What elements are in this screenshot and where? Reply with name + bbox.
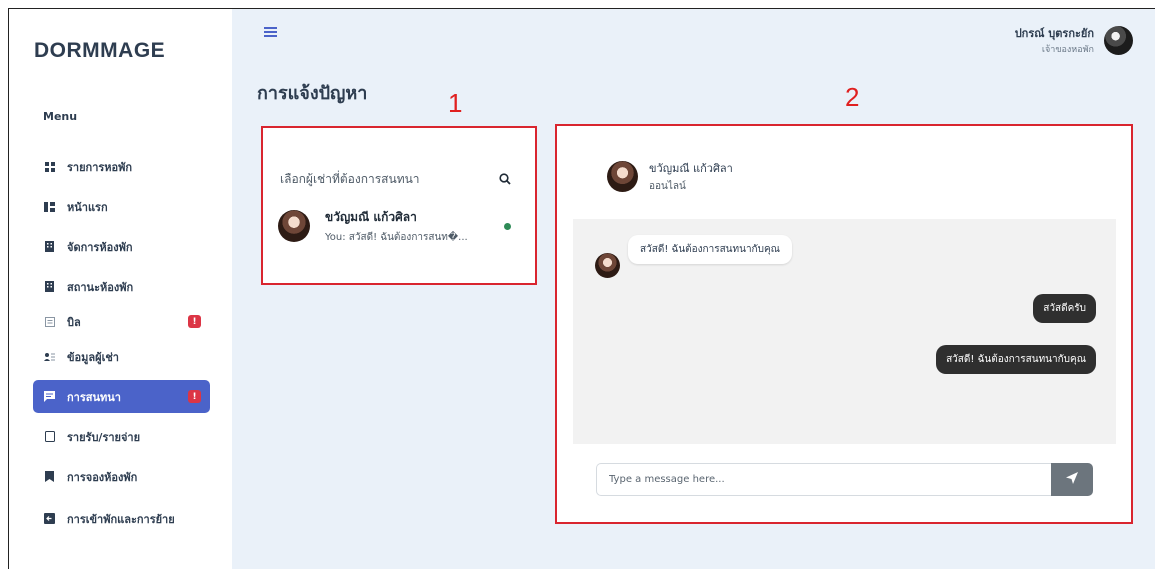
chat-header: ขวัญมณี แก้วศิลา ออนไลน์	[607, 159, 733, 194]
menu-title: Menu	[43, 110, 78, 123]
avatar	[607, 161, 638, 192]
sidebar-item-label: ข้อมูลผู้เช่า	[67, 350, 119, 364]
users-icon	[44, 351, 55, 362]
sidebar-item-bills[interactable]: บิล !	[33, 305, 210, 338]
avatar[interactable]	[1104, 25, 1133, 55]
grid-icon	[44, 161, 55, 172]
outgoing-message: สวัสดีครับ	[1033, 294, 1096, 323]
sidebar-item-label: การจองห้องพัก	[67, 470, 138, 484]
sidebar-item-label: รายรับ/รายจ่าย	[67, 430, 141, 444]
building-icon	[44, 241, 55, 252]
brand-logo[interactable]: DORMMAGE	[34, 39, 165, 63]
sidebar-item-chat[interactable]: การสนทนา !	[33, 380, 210, 413]
chat-partner-name: ขวัญมณี แก้วศิลา	[649, 162, 733, 175]
sidebar-item-bookings[interactable]: การจองห้องพัก	[33, 460, 210, 493]
message-input[interactable]	[596, 463, 1051, 496]
sidebar-item-dorm-list[interactable]: รายการหอพัก	[33, 150, 210, 183]
sidebar-item-label: สถานะห้องพัก	[67, 280, 134, 294]
avatar	[278, 210, 310, 242]
contact-last-message: You: สวัสดี! ฉันต้องการสนท�...	[325, 231, 468, 243]
sidebar-item-tenants[interactable]: ข้อมูลผู้เช่า	[33, 340, 210, 373]
sidebar-item-label: การเข้าพักและการย้าย	[67, 512, 175, 526]
message-composer	[596, 463, 1093, 496]
sidebar-item-income-expense[interactable]: รายรับ/รายจ่าย	[33, 420, 210, 453]
chat-partner-status: ออนไลน์	[649, 181, 686, 192]
outgoing-message: สวัสดี! ฉันต้องการสนทนากับคุณ	[936, 345, 1096, 374]
contact-name: ขวัญมณี แก้วศิลา	[325, 209, 417, 224]
bookmark-icon	[44, 471, 55, 482]
sidebar-item-manage-rooms[interactable]: จัดการห้องพัก	[33, 230, 210, 263]
sidebar-item-home[interactable]: หน้าแรก	[33, 190, 210, 223]
annotation-number-1: 1	[448, 88, 463, 118]
sidebar-item-label: การสนทนา	[67, 390, 121, 404]
sidebar-item-label: รายการหอพัก	[67, 160, 133, 174]
incoming-message: สวัสดี! ฉันต้องการสนทนากับคุณ	[628, 235, 792, 264]
contact-item[interactable]: ขวัญมณี แก้วศิลา You: สวัสดี! ฉันต้องการ…	[278, 206, 511, 246]
chat-icon	[44, 391, 55, 402]
main-content: ปกรณ์ บุตรกะยัก เจ้าของหอพัก การแจ้งปัญห…	[232, 9, 1155, 569]
chat-panel: ขวัญมณี แก้วศิลา ออนไลน์ สวัสดี! ฉันต้อง…	[555, 124, 1133, 524]
page-title: การแจ้งปัญหา	[257, 83, 368, 104]
alert-badge: !	[188, 315, 201, 328]
sidebar-item-room-status[interactable]: สถานะห้องพัก	[33, 270, 210, 303]
send-button[interactable]	[1051, 463, 1093, 496]
online-status-dot	[504, 222, 511, 230]
annotation-number-2: 2	[845, 82, 860, 112]
search-placeholder[interactable]: เลือกผู้เช่าที่ต้องการสนทนา	[280, 170, 420, 189]
sidebar-item-label: จัดการห้องพัก	[67, 240, 133, 254]
search-icon[interactable]	[499, 170, 511, 189]
contact-list-panel: เลือกผู้เช่าที่ต้องการสนทนา ขวัญมณี แก้ว…	[261, 126, 537, 285]
user-profile[interactable]: ปกรณ์ บุตรกะยัก เจ้าของหอพัก	[1015, 24, 1133, 56]
message-area[interactable]: สวัสดี! ฉันต้องการสนทนากับคุณ สวัสดีครับ…	[573, 219, 1116, 444]
user-role: เจ้าของหอพัก	[1041, 45, 1094, 55]
receipt-icon	[44, 316, 55, 327]
send-icon	[1066, 472, 1078, 487]
contact-search[interactable]: เลือกผู้เช่าที่ต้องการสนทนา	[280, 169, 511, 189]
dashboard-icon	[44, 201, 55, 212]
avatar	[595, 253, 620, 278]
wallet-icon	[44, 431, 55, 442]
building-icon	[44, 281, 55, 292]
sidebar: DORMMAGE Menu รายการหอพัก หน้าแรก จัดการ…	[9, 9, 232, 569]
app-window: DORMMAGE Menu รายการหอพัก หน้าแรก จัดการ…	[8, 8, 1155, 569]
hamburger-menu-icon[interactable]	[264, 27, 277, 38]
sidebar-item-label: หน้าแรก	[67, 200, 108, 214]
move-icon	[44, 513, 55, 524]
sidebar-item-checkin-move[interactable]: การเข้าพักและการย้าย	[33, 502, 210, 535]
sidebar-item-label: บิล	[67, 315, 81, 329]
alert-badge: !	[188, 390, 201, 403]
user-name: ปกรณ์ บุตรกะยัก	[1014, 27, 1094, 40]
